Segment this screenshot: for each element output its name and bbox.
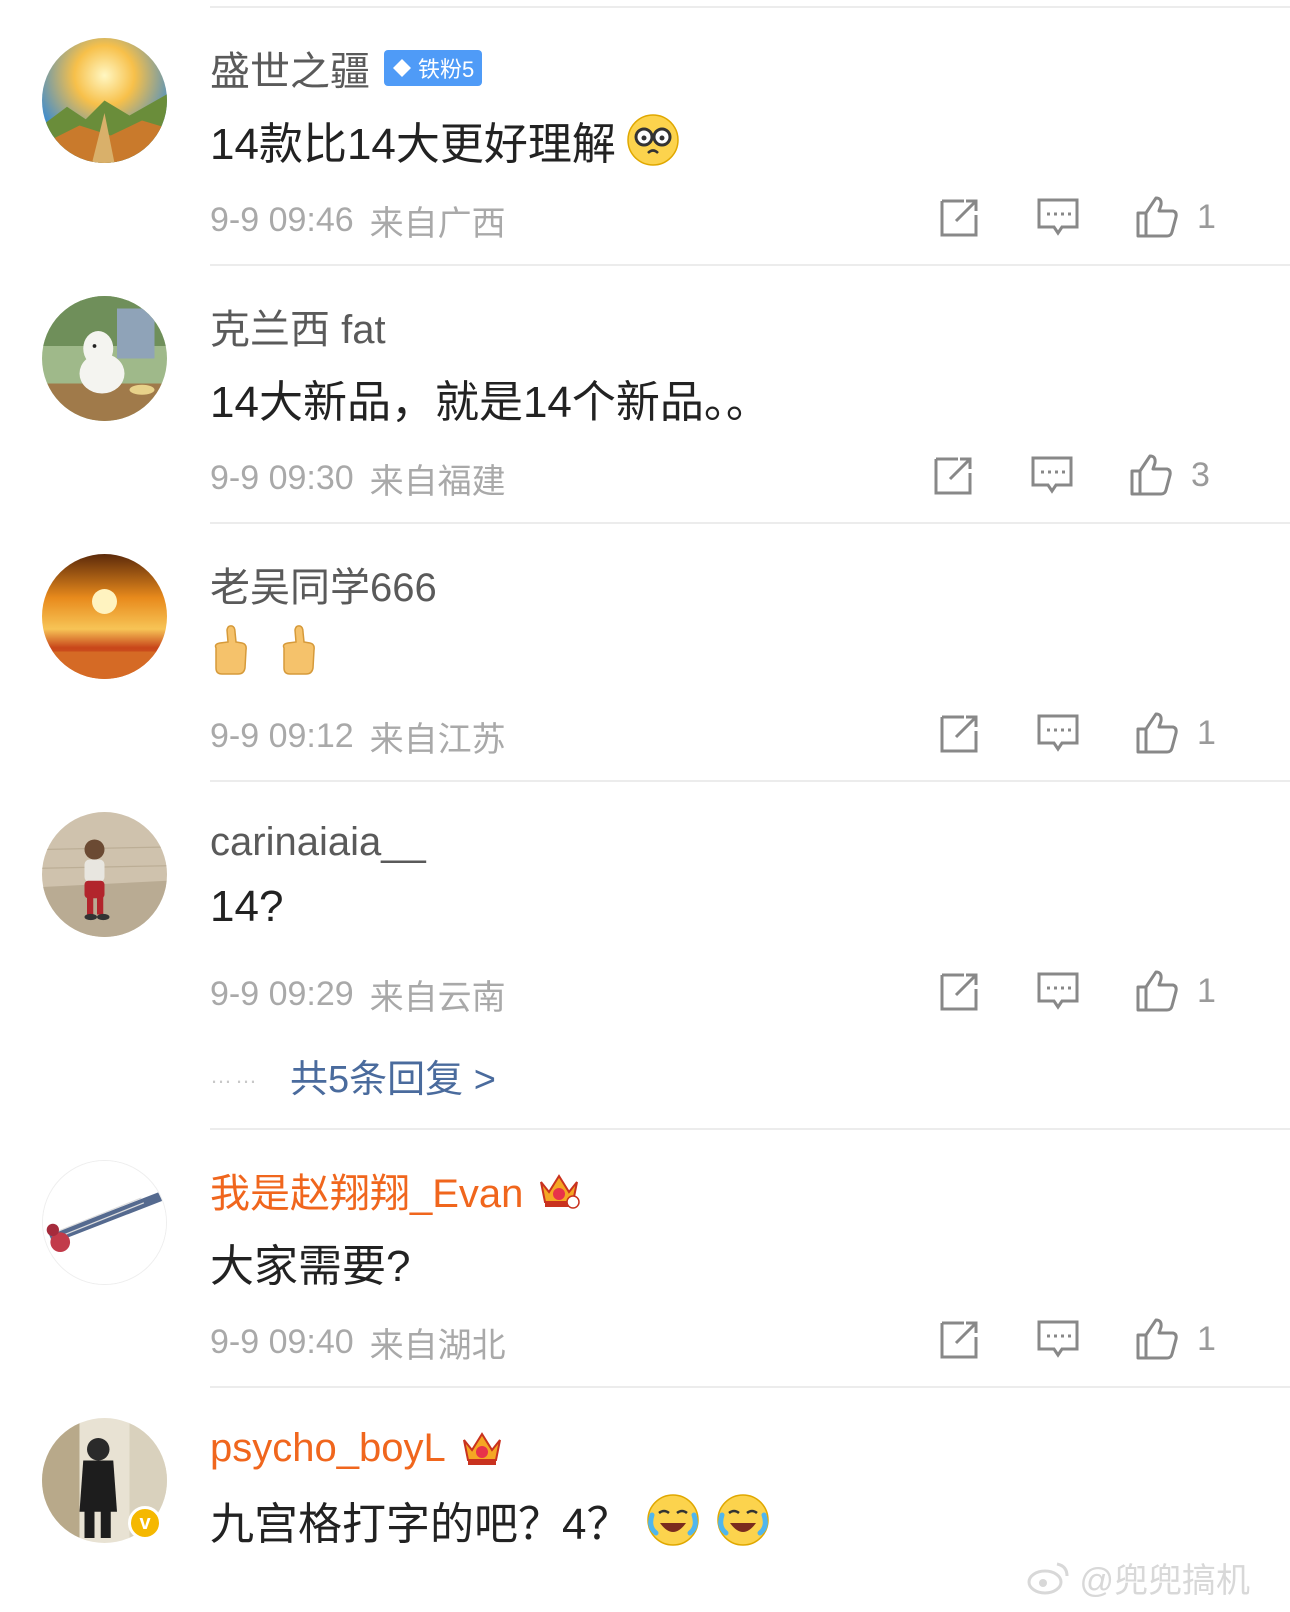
like-count: 1	[1197, 1319, 1216, 1358]
like-count: 3	[1191, 455, 1210, 494]
comment-icon	[1037, 972, 1079, 1010]
comment-text: 14大新品，就是14个新品。。	[210, 378, 770, 427]
avatar[interactable]	[42, 296, 167, 421]
like-button[interactable]: 1	[1135, 708, 1216, 758]
avatar[interactable]	[42, 1160, 167, 1285]
fan-badge-label: 铁粉5	[418, 57, 475, 82]
comment-item: 我是赵翔翔_Evan 大家需要? 9-9 09:40 来自湖北 1	[0, 1122, 1290, 1386]
comment-button[interactable]	[1036, 708, 1080, 758]
repost-button[interactable]	[938, 966, 982, 1016]
comment-item: carinaiaia__ 14? 9-9 09:29 来自云南 1 …… 共5条…	[0, 774, 1290, 1128]
comment-feed: 盛世之疆 铁粉5 14款比14大更好理解 9-9 09:46 来自广西 1 克兰…	[0, 0, 1290, 1612]
username[interactable]: 我是赵翔翔_Evan	[210, 1161, 523, 1219]
repost-icon	[940, 715, 978, 753]
comment-icon	[1037, 1320, 1079, 1358]
comment-icon	[1037, 714, 1079, 752]
repost-button[interactable]	[932, 450, 976, 500]
nerd-glasses-emoji	[626, 113, 680, 167]
comment-text: 14款比14大更好理解	[210, 120, 616, 169]
comment-item: 克兰西 fat 14大新品，就是14个新品。。 9-9 09:30 来自福建 3	[0, 258, 1290, 522]
vip-crown-icon	[540, 1174, 581, 1209]
watermark: @兜兜搞机	[1027, 1553, 1250, 1602]
comment-icon	[1037, 198, 1079, 236]
comment-button[interactable]	[1036, 1314, 1080, 1364]
comment-text: 14?	[210, 882, 284, 931]
username[interactable]: 盛世之疆	[210, 39, 370, 97]
repost-icon	[934, 457, 972, 495]
repost-icon	[940, 1321, 978, 1359]
comment-item: 盛世之疆 铁粉5 14款比14大更好理解 9-9 09:46 来自广西 1	[0, 0, 1290, 264]
thumbs-up-icon	[1136, 970, 1178, 1012]
avatar[interactable]	[42, 38, 167, 163]
weibo-logo-icon	[1027, 1562, 1069, 1594]
comment-button[interactable]	[1030, 450, 1074, 500]
username[interactable]: carinaiaia__	[210, 820, 426, 865]
repost-icon	[940, 973, 978, 1011]
like-button[interactable]: 1	[1135, 966, 1216, 1016]
thumbs-up-emoji	[278, 624, 318, 678]
watermark-text: @兜兜搞机	[1079, 1562, 1250, 1600]
username[interactable]: 老吴同学666	[210, 555, 437, 613]
laughing-crying-emoji	[716, 1493, 770, 1547]
like-count: 1	[1197, 971, 1216, 1010]
thumbs-up-icon	[1130, 454, 1172, 496]
view-replies-link[interactable]: 共5条回复 >	[290, 1048, 496, 1103]
like-count: 1	[1197, 197, 1216, 236]
comment-text: 九宫格打字的吧？4？	[210, 1500, 631, 1549]
repost-button[interactable]	[938, 192, 982, 242]
like-button[interactable]: 1	[1135, 1314, 1216, 1364]
replies-dots: ……	[210, 1062, 260, 1088]
username[interactable]: psycho_boyL	[210, 1426, 446, 1471]
thumbs-up-icon	[1136, 1318, 1178, 1360]
comment-icon	[1031, 456, 1073, 494]
thumbs-up-emoji	[210, 624, 250, 678]
thumbs-up-icon	[1136, 712, 1178, 754]
comment-text: 大家需要?	[210, 1242, 411, 1291]
username[interactable]: 克兰西 fat	[210, 297, 386, 355]
repost-button[interactable]	[938, 1314, 982, 1364]
comment-button[interactable]	[1036, 966, 1080, 1016]
verified-badge: v	[128, 1506, 162, 1540]
laughing-crying-emoji	[646, 1493, 700, 1547]
like-button[interactable]: 1	[1135, 192, 1216, 242]
repost-button[interactable]	[938, 708, 982, 758]
view-replies[interactable]: …… 共5条回复 >	[210, 1048, 496, 1103]
diamond-icon	[393, 59, 411, 77]
avatar[interactable]	[42, 554, 167, 679]
like-count: 1	[1197, 713, 1216, 752]
comment-item: 老吴同学666 9-9 09:12 来自江苏 1	[0, 516, 1290, 780]
repost-icon	[940, 199, 978, 237]
comment-button[interactable]	[1036, 192, 1080, 242]
avatar[interactable]	[42, 812, 167, 937]
like-button[interactable]: 3	[1129, 450, 1210, 500]
fan-badge[interactable]: 铁粉5	[384, 50, 483, 86]
vip-crown-icon	[462, 1432, 501, 1465]
thumbs-up-icon	[1136, 196, 1178, 238]
